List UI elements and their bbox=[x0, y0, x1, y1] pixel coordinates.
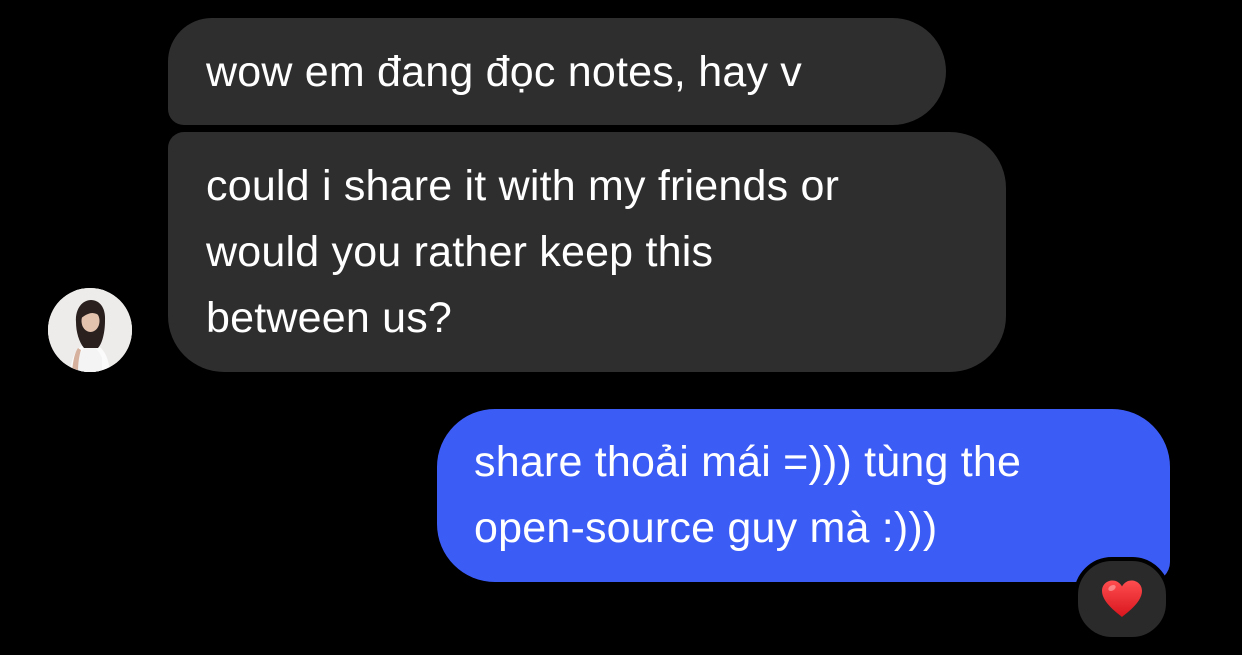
contact-avatar[interactable] bbox=[48, 288, 132, 372]
chat-thread: wow em đang đọc notes, hay v could i sha… bbox=[0, 0, 1242, 655]
message-text: share thoải mái =))) tùng the bbox=[474, 438, 1022, 486]
message-text: could i share it with my friends or bbox=[206, 162, 840, 210]
avatar-photo bbox=[48, 288, 132, 372]
message-text: wow em đang đọc notes, hay v bbox=[206, 48, 802, 96]
message-bubble-incoming[interactable]: could i share it with my friends or woul… bbox=[168, 132, 1006, 372]
message-text: would you rather keep this bbox=[206, 228, 714, 276]
message-reaction[interactable] bbox=[1074, 557, 1170, 641]
message-bubble-incoming[interactable]: wow em đang đọc notes, hay v bbox=[168, 18, 946, 125]
message-text: open-source guy mà :))) bbox=[474, 504, 938, 552]
message-text: between us? bbox=[206, 294, 453, 342]
message-bubble-outgoing[interactable]: share thoải mái =))) tùng the open-sourc… bbox=[437, 409, 1170, 582]
heart-icon bbox=[1102, 580, 1142, 617]
